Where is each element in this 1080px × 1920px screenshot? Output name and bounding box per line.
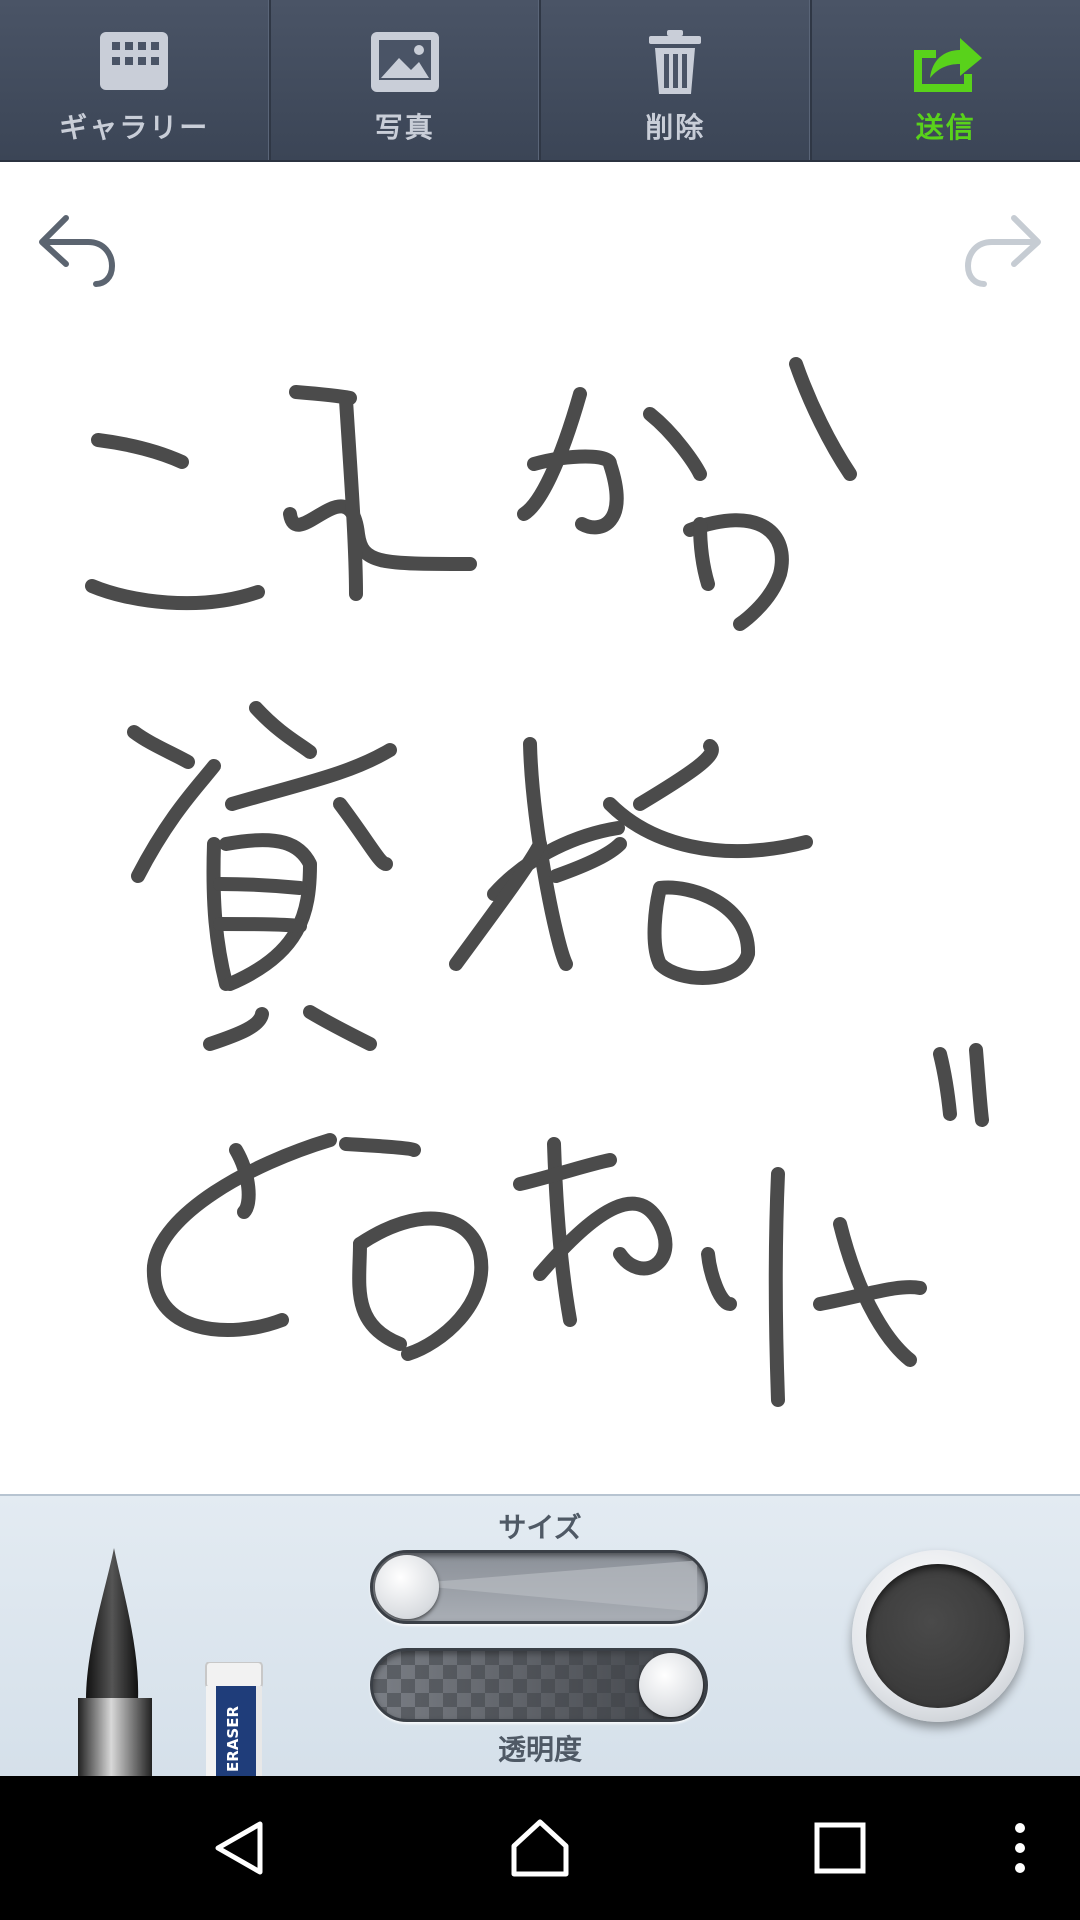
size-label: サイズ [498,1511,582,1544]
opacity-label: 透明度 [497,1733,582,1766]
back-button[interactable] [160,1776,320,1920]
send-button[interactable]: 送信 [812,0,1080,160]
brush-tool-icon[interactable] [70,1548,160,1778]
share-icon [913,38,982,92]
drawing-app: ギャラリー 写真 削除 送信 ERASER サイズ 透明度 [0,0,1080,1920]
photo-label: 写真 [374,111,435,144]
tool-palette: ERASER サイズ 透明度 [0,1494,1080,1778]
overflow-menu-button[interactable] [980,1776,1060,1920]
size-slider[interactable] [370,1550,708,1624]
redo-arrow-icon[interactable] [958,204,1048,294]
photo-icon [370,32,439,92]
recent-apps-button[interactable] [760,1776,920,1920]
opacity-slider-knob[interactable] [639,1653,703,1717]
home-button[interactable] [460,1776,620,1920]
trash-icon [649,30,702,94]
selected-color-swatch [866,1564,1010,1708]
system-navigation-bar [0,1776,1080,1920]
size-slider-knob[interactable] [375,1555,439,1619]
send-label: 送信 [915,111,976,144]
eraser-text: ERASER [224,1706,242,1772]
eraser-tool-icon[interactable]: ERASER [200,1662,272,1778]
home-icon [511,1819,569,1877]
gallery-grid-icon [100,32,169,90]
gallery-label: ギャラリー [59,111,210,144]
undo-arrow-icon[interactable] [32,204,122,294]
gallery-button[interactable]: ギャラリー [0,0,271,160]
color-picker-button[interactable] [852,1550,1024,1722]
photo-button[interactable]: 写真 [271,0,541,160]
opacity-slider[interactable] [370,1648,708,1722]
top-toolbar: ギャラリー 写真 削除 送信 [0,0,1080,162]
drawing-canvas[interactable] [0,164,1080,1494]
recent-apps-icon [814,1822,866,1874]
delete-button[interactable]: 削除 [541,0,812,160]
handwriting-strokes [85,357,989,1407]
delete-label: 削除 [645,111,706,144]
overflow-menu-icon [1015,1823,1025,1873]
back-icon [215,1821,263,1875]
